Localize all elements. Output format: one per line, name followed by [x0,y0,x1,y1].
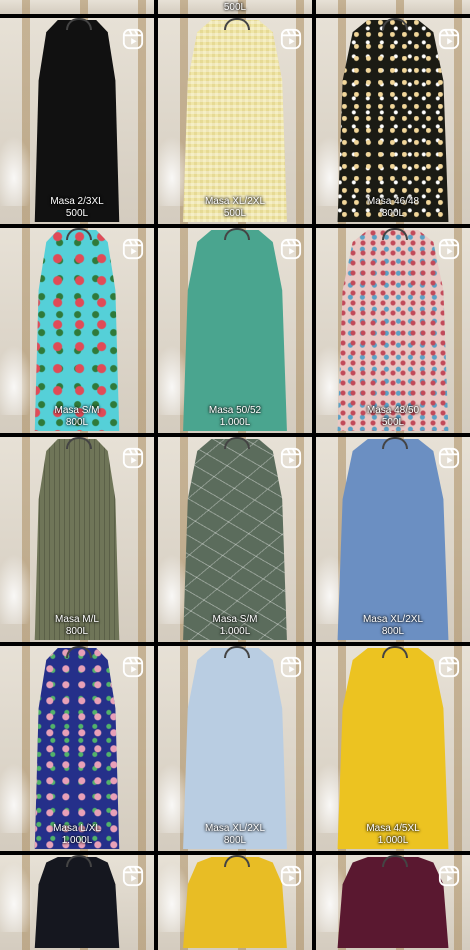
reels-icon [438,656,460,678]
reel-tile[interactable]: Masa 48/50 500L [316,228,470,433]
reel-caption: Masa 4/5XL 1.000L [316,823,470,847]
reel-price: 500L [223,2,247,13]
reel-caption: Masa 50/52 1.000L [158,405,312,429]
size-label: Masa 4/5XL [366,823,420,834]
price-label: 800L [65,626,89,637]
reel-caption: Masa S/M 800L [0,405,154,429]
reel-caption: Masa 48/50 500L [316,405,470,429]
dress-image [183,857,287,948]
reels-icon [122,238,144,260]
dress-image [34,230,120,431]
price-label: 1.000L [377,835,409,846]
reel-caption: Masa XL/2XL 800L [158,823,312,847]
dress-image [34,648,120,849]
reels-icon [280,238,302,260]
price-label: 800L [381,626,405,637]
price-label: 500L [65,208,89,219]
reels-icon [280,865,302,887]
size-label: Masa M/L [55,614,99,625]
size-label: Masa S/M [54,405,100,416]
reels-icon [438,865,460,887]
dress-image [34,20,120,222]
price-label: 800L [65,417,89,428]
reel-tile[interactable]: Masa L/XL 1.000L [0,646,154,851]
pampas-grass-decor [0,862,34,932]
reel-tile[interactable] [316,855,470,950]
reels-icon [280,447,302,469]
price-label: 1.000L [219,417,251,428]
reel-tile[interactable] [316,0,470,14]
reel-tile[interactable]: 500L [158,0,312,14]
reel-caption: Masa 46/48 800L [316,196,470,220]
reels-icon [122,865,144,887]
size-label: Masa XL/2XL [204,823,266,834]
reel-tile[interactable]: Masa XL/2XL 800L [316,437,470,642]
reels-icon [438,447,460,469]
reels-icon [280,656,302,678]
reel-tile[interactable]: Masa 4/5XL 1.000L [316,646,470,851]
reel-tile[interactable]: Masa 50/52 1.000L [158,228,312,433]
reel-tile[interactable]: Masa M/L 800L [0,437,154,642]
size-label: Masa 46/48 [366,196,420,207]
reel-tile[interactable] [0,0,154,14]
reel-caption: Masa XL/2XL 800L [316,614,470,638]
size-label: Masa XL/2XL [362,614,424,625]
size-label: Masa S/M [212,614,258,625]
reel-tile[interactable] [158,855,312,950]
size-label: Masa 2/3XL [50,196,104,207]
reels-icon [122,28,144,50]
reel-caption: Masa 2/3XL 500L [0,196,154,220]
reel-tile[interactable]: Masa S/M 800L [0,228,154,433]
size-label: Masa 50/52 [208,405,262,416]
reel-tile[interactable] [0,855,154,950]
reel-caption: Masa M/L 800L [0,614,154,638]
reel-tile[interactable]: Masa S/M 1.000L [158,437,312,642]
price-label: 500L [381,417,405,428]
reels-grid: 500L Masa 2/3XL 500L Masa XL/2XL 500L Masa… [0,0,470,950]
price-label: 500L [223,208,247,219]
reel-tile[interactable]: Masa XL/2XL 800L [158,646,312,851]
reel-tile[interactable]: Masa XL/2XL 500L [158,18,312,224]
size-label: Masa 48/50 [366,405,420,416]
reel-tile[interactable]: Masa 2/3XL 500L [0,18,154,224]
reels-icon [280,28,302,50]
reels-icon [438,238,460,260]
price-label: 800L [381,208,405,219]
reel-caption: Masa XL/2XL 500L [158,196,312,220]
size-label: Masa L/XL [53,823,101,834]
reels-icon [122,447,144,469]
dress-image [34,857,120,948]
price-label: 1.000L [61,835,93,846]
reels-icon [438,28,460,50]
reel-caption: Masa L/XL 1.000L [0,823,154,847]
reels-icon [122,656,144,678]
size-label: Masa XL/2XL [204,196,266,207]
price-label: 800L [223,835,247,846]
reel-tile[interactable]: Masa 46/48 800L [316,18,470,224]
dress-image [183,648,287,849]
dress-image [34,439,120,640]
price-label: 1.000L [219,626,251,637]
reel-caption: Masa S/M 1.000L [158,614,312,638]
